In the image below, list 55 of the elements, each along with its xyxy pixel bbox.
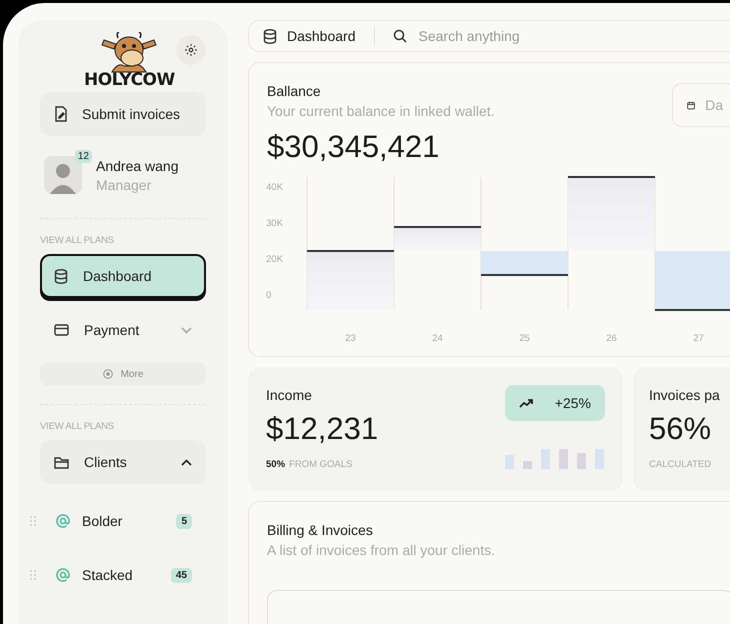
nav-item[interactable]: Clients [40, 440, 206, 484]
axis-label: 24 [432, 333, 443, 344]
invoices-percent: 56% [649, 411, 712, 447]
card-title: Invoices pa [649, 387, 720, 403]
user-role: Manager [96, 176, 152, 192]
settings-button[interactable] [176, 35, 206, 65]
axis-label: 0 [266, 290, 272, 301]
search-input[interactable]: Search anything [416, 27, 620, 45]
settings-icon [184, 43, 198, 57]
income-amount: $12,231 [266, 411, 378, 447]
database-icon [54, 268, 68, 284]
axis-label: 20K [266, 254, 283, 265]
card-subtitle: A list of invoices from all your clients. [267, 542, 496, 558]
search-icon [392, 29, 406, 43]
card-title: Income [266, 387, 313, 403]
axis-label: 30K [266, 218, 283, 229]
card-title: Ballance [267, 83, 322, 99]
drag-handle-icon [30, 570, 36, 580]
client-item[interactable]: Bolder 5 [30, 494, 206, 548]
drag-handle-icon [30, 516, 36, 526]
chevron-down-icon [181, 326, 192, 334]
folder-icon [54, 456, 69, 468]
balance-amount: $30,345,421 [267, 129, 440, 165]
document-pen-icon [54, 106, 68, 122]
axis-label: 25 [519, 333, 530, 344]
user-name: Andrea wang [96, 158, 179, 174]
notification-count: 12 [74, 150, 92, 163]
card-icon [54, 324, 69, 336]
invoice-search-field[interactable] [267, 590, 730, 624]
invoices-note: CALCULATED [649, 459, 712, 470]
goal-label: FROM GOALS [289, 459, 352, 470]
section-heading: VIEW ALL PLANS [40, 421, 115, 432]
logo-wordmark: HOLYCOW [84, 72, 175, 88]
count-badge: 45 [170, 568, 192, 582]
count-badge: 5 [176, 514, 192, 528]
at-sign-icon [56, 514, 70, 528]
axis-label: 40K [266, 182, 283, 193]
axis-label: 26 [606, 333, 617, 344]
goal-percent: 50% [266, 459, 286, 470]
card-subtitle: Your current balance in linked wallet. [267, 103, 495, 119]
chevron-up-icon [181, 458, 192, 466]
section-heading: VIEW ALL PLANS [40, 235, 115, 246]
nav-item[interactable]: Payment [40, 308, 206, 352]
card-title: Billing & Invoices [267, 522, 374, 538]
trend-up-icon [519, 398, 533, 408]
circle-dot-icon [102, 369, 113, 379]
submit-invoices-button[interactable]: Submit invoices [40, 92, 206, 136]
page-title: Dashboard [263, 28, 356, 44]
axis-label: 27 [693, 333, 704, 344]
database-icon [263, 28, 277, 44]
nav-item[interactable]: Dashboard [40, 254, 206, 298]
trend-badge: +25% [505, 385, 605, 421]
client-item[interactable]: Stacked 45 [30, 548, 206, 602]
at-sign-icon [56, 568, 70, 582]
axis-label: 23 [345, 333, 356, 344]
